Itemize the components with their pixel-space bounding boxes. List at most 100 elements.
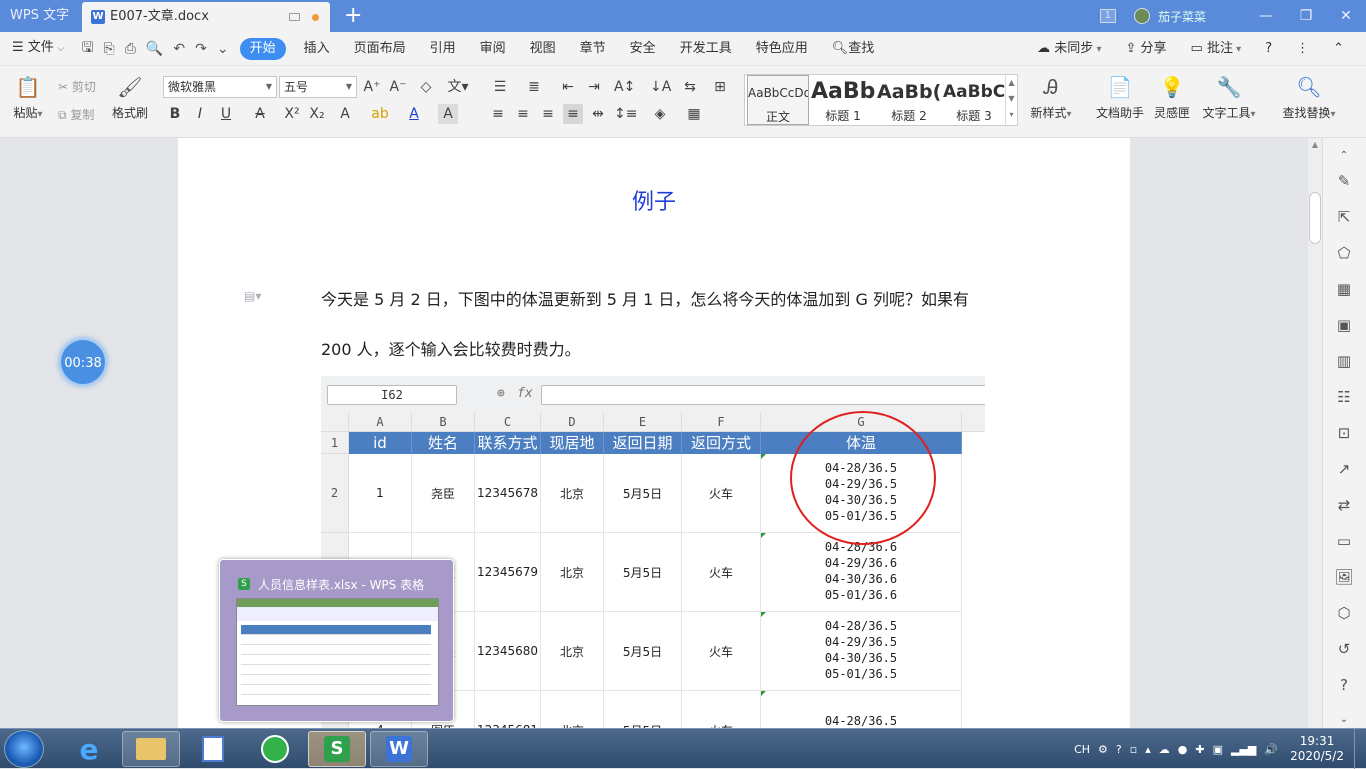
line-spacing-icon[interactable]: ↕≡: [614, 104, 637, 124]
document-tab[interactable]: W E007-文章.docx: [82, 2, 330, 32]
phonetic-icon[interactable]: 文▾: [444, 77, 472, 97]
copy-button[interactable]: ⧉ 复制: [58, 106, 104, 123]
wps-spreadsheet-taskbar-icon[interactable]: S: [308, 731, 366, 767]
paragraph-menu-icon[interactable]: ▤▾: [244, 289, 261, 303]
bold-icon[interactable]: B: [165, 104, 185, 124]
shield-icon[interactable]: ⬡: [1334, 603, 1354, 623]
tab-insert[interactable]: 插入: [292, 32, 342, 66]
find-replace-button[interactable]: 🔍︎ 查找替换▾: [1276, 74, 1342, 121]
export-icon[interactable]: ⎘: [99, 41, 120, 57]
strikethrough-icon[interactable]: A: [250, 104, 270, 124]
highlight-icon[interactable]: ab: [370, 104, 390, 124]
subscript-icon[interactable]: X₂: [307, 104, 327, 124]
align-right-icon[interactable]: ≡: [538, 104, 558, 124]
print-preview-icon[interactable]: 🔍: [141, 41, 168, 57]
shape-style-icon[interactable]: ⬠: [1334, 243, 1354, 263]
cut-button[interactable]: ✂ 剪切: [58, 78, 104, 95]
ime-icon[interactable]: ⚙: [1098, 743, 1108, 756]
window-count-badge[interactable]: 1: [1099, 9, 1116, 23]
numbering-icon[interactable]: ≣: [524, 77, 544, 97]
volume-icon[interactable]: 🔊: [1264, 743, 1278, 756]
explorer-folder-icon[interactable]: [122, 731, 180, 767]
pen-icon[interactable]: ✎: [1334, 171, 1354, 191]
table-icon[interactable]: ▦: [1334, 279, 1354, 299]
settings-sliders-icon[interactable]: ☷: [1334, 387, 1354, 407]
ie-icon[interactable]: e: [60, 731, 118, 767]
antivirus-icon[interactable]: ▣: [1213, 743, 1223, 756]
style-heading-1[interactable]: AaBb 标题 1: [811, 75, 875, 125]
help-button[interactable]: ?: [1253, 32, 1284, 66]
font-size-select[interactable]: 五号 ▼: [279, 76, 357, 98]
style-heading-3[interactable]: AaBbC 标题 3: [943, 75, 1005, 125]
user-account[interactable]: 茄子菜菜: [1128, 8, 1206, 25]
shrink-font-icon[interactable]: A⁻: [388, 77, 408, 97]
show-desktop-button[interactable]: [1354, 729, 1366, 769]
grid-apps-icon[interactable]: ▣: [1334, 315, 1354, 335]
doc-assistant-button[interactable]: 📄 文档助手: [1092, 74, 1148, 121]
more-icon[interactable]: ⋮: [1284, 32, 1321, 66]
underline-icon[interactable]: U: [216, 104, 236, 124]
scroll-up-icon[interactable]: ▲: [1308, 140, 1322, 149]
tray-menu-icon[interactable]: ▫: [1130, 743, 1137, 756]
shading-icon[interactable]: ◈: [650, 104, 670, 124]
monitor-icon[interactable]: [289, 13, 300, 21]
scroll-thumb[interactable]: [1309, 192, 1321, 244]
tab-references[interactable]: 引用: [418, 32, 468, 66]
show-hidden-icon[interactable]: ▴: [1145, 743, 1151, 756]
inspiration-button[interactable]: 💡 灵感匣: [1150, 74, 1194, 121]
styles-scroll[interactable]: ▲ ▼ ▾: [1005, 75, 1017, 125]
align-center-icon[interactable]: ≡: [513, 104, 533, 124]
translate-icon[interactable]: ⇄: [1334, 495, 1354, 515]
style-heading-2[interactable]: AaBb( 标题 2: [877, 75, 941, 125]
borders-icon[interactable]: ▦: [684, 104, 704, 124]
comment-button[interactable]: ▭ 批注 ▾: [1179, 32, 1254, 67]
cloud-tray-icon[interactable]: ☁: [1159, 743, 1170, 756]
security-tray-icon[interactable]: ✚: [1195, 743, 1204, 756]
tab-developer[interactable]: 开发工具: [668, 32, 744, 66]
sync-status[interactable]: ☁ 未同步 ▾: [1025, 32, 1113, 67]
minimize-button[interactable]: —: [1246, 8, 1286, 24]
clock[interactable]: 19:31 2020/5/2: [1290, 734, 1344, 764]
font-name-select[interactable]: 微软雅黑 ▼: [163, 76, 277, 98]
sidebar-expand-icon[interactable]: ⌄: [1334, 710, 1354, 730]
sidebar-collapse-icon[interactable]: ⌃: [1334, 146, 1354, 166]
show-marks-icon[interactable]: ⇆: [680, 77, 700, 97]
tab-section[interactable]: 章节: [568, 32, 618, 66]
font-color-icon[interactable]: A: [404, 104, 424, 124]
collapse-ribbon-icon[interactable]: ⌃: [1321, 32, 1356, 66]
text-tools-button[interactable]: 🔧 文字工具▾: [1198, 74, 1260, 121]
justify-icon[interactable]: ≡: [563, 104, 583, 124]
picture-icon[interactable]: 🖼: [1334, 567, 1354, 587]
new-tab-button[interactable]: +: [344, 2, 362, 30]
italic-icon[interactable]: I: [190, 104, 210, 124]
print-icon[interactable]: ⎙: [120, 41, 141, 57]
wechat-icon[interactable]: ●: [1178, 743, 1188, 756]
image-tools-icon[interactable]: ⊡: [1334, 423, 1354, 443]
bullets-icon[interactable]: ☰: [490, 77, 510, 97]
redo-icon[interactable]: ↷: [190, 41, 212, 57]
undo-icon[interactable]: ↶: [168, 41, 190, 57]
recording-timer[interactable]: 00:38: [59, 338, 107, 386]
align-left-icon[interactable]: ≡: [488, 104, 508, 124]
text-direction-icon[interactable]: A↕: [614, 77, 635, 97]
wps-writer-taskbar-icon[interactable]: W: [370, 731, 428, 767]
input-language[interactable]: CH: [1074, 743, 1090, 756]
browser-360-icon[interactable]: [246, 731, 304, 767]
help-circle-icon[interactable]: ?: [1334, 675, 1354, 695]
customize-icon[interactable]: ⌄: [212, 41, 234, 57]
format-painter-button[interactable]: 🖌 格式刷: [108, 74, 152, 121]
style-normal[interactable]: AaBbCcDd 正文: [747, 75, 809, 125]
network-icon[interactable]: ▂▄▆: [1231, 743, 1256, 756]
select-cursor-icon[interactable]: ⇱: [1334, 207, 1354, 227]
grow-font-icon[interactable]: A⁺: [362, 77, 382, 97]
archive-icon[interactable]: ▭: [1334, 531, 1354, 551]
close-button[interactable]: ✕: [1326, 8, 1366, 24]
text-effect-icon[interactable]: A: [335, 104, 355, 124]
file-menu[interactable]: ☰ 文件 ⌵: [0, 31, 77, 66]
sort-icon[interactable]: ↓A: [650, 77, 671, 97]
tab-page-layout[interactable]: 页面布局: [342, 32, 418, 66]
help-tray-icon[interactable]: ?: [1116, 743, 1122, 756]
clear-format-icon[interactable]: ◇: [416, 77, 436, 97]
history-icon[interactable]: ↺: [1334, 639, 1354, 659]
tab-security[interactable]: 安全: [618, 32, 668, 66]
